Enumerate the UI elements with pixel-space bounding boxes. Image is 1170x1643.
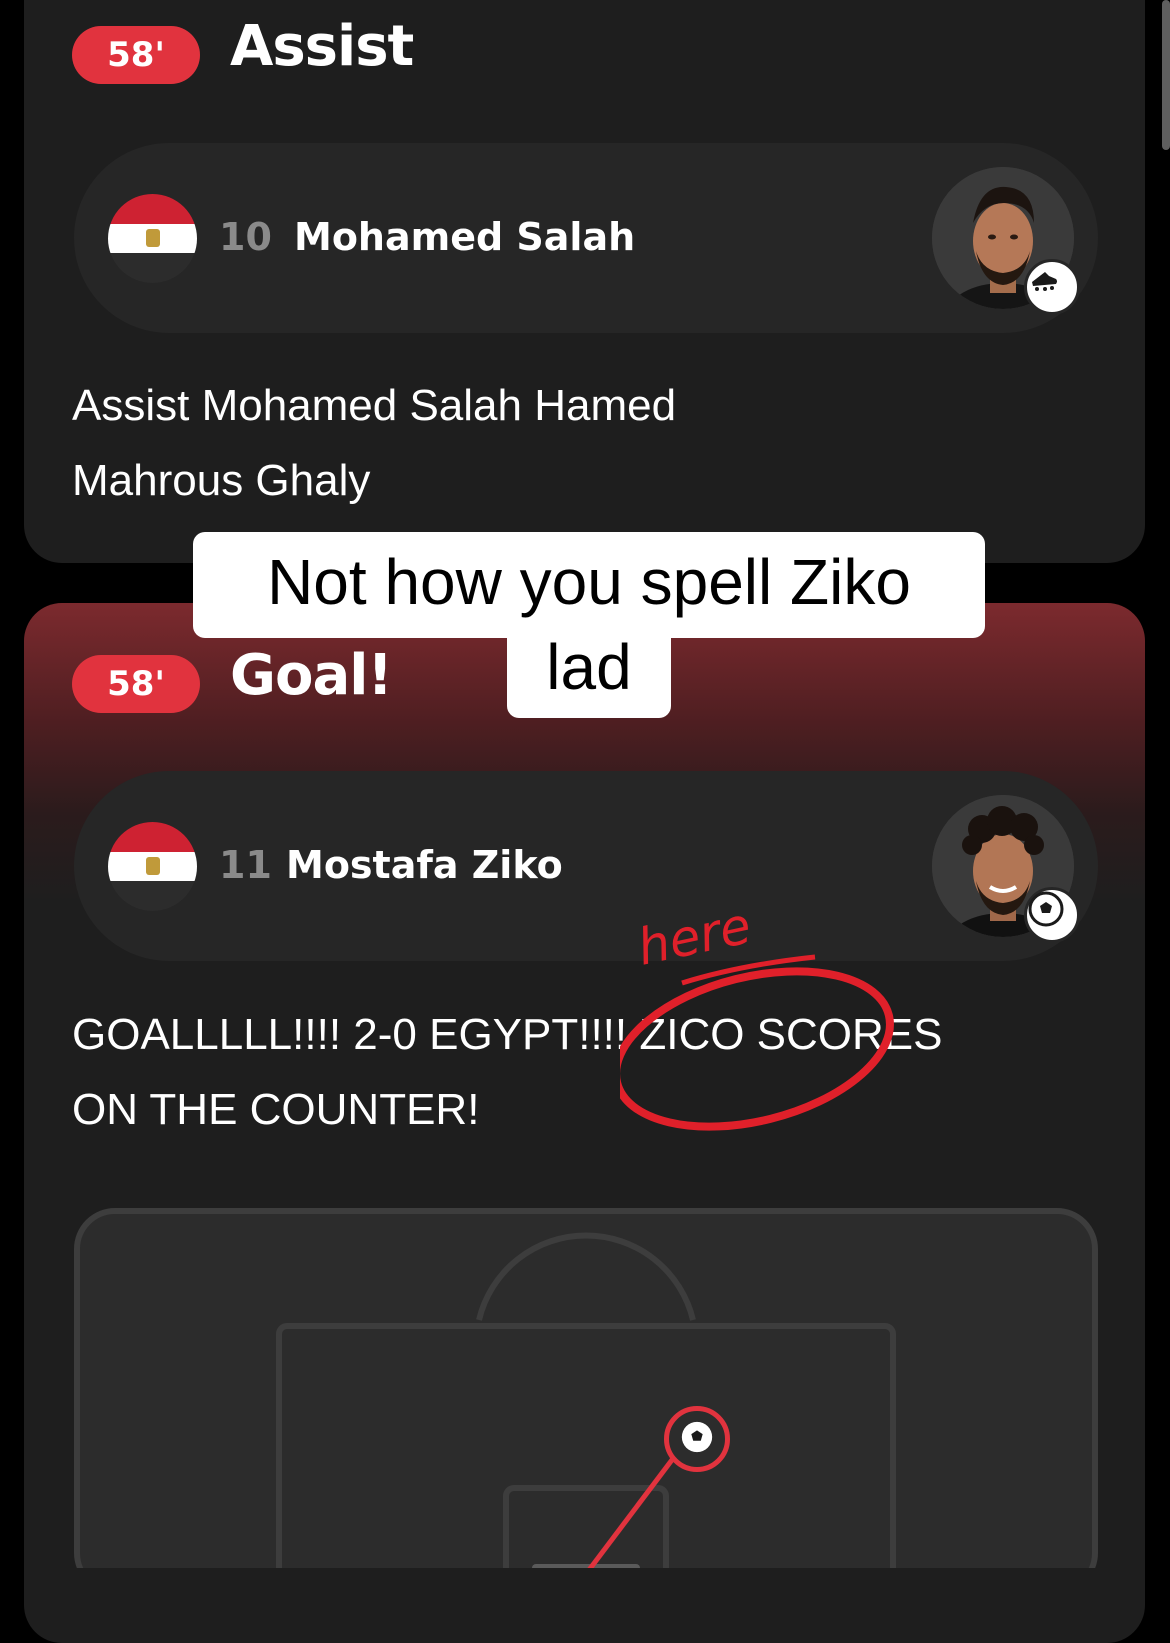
caption-overlay-line2: lad [507, 632, 671, 718]
description-line: Mahrous Ghaly [72, 456, 371, 505]
description-line: ON THE COUNTER! [72, 1085, 480, 1134]
player-pill[interactable]: 11 Mostafa Ziko [74, 771, 1098, 961]
player-name: Mostafa Ziko [286, 843, 563, 887]
shirt-number: 10 [219, 215, 272, 259]
assist-event-card[interactable]: 58' Assist 10 Mohamed Salah Assist Moham… [24, 0, 1145, 563]
caption-overlay: Not how you spell Ziko [193, 532, 985, 638]
event-title: Goal! [230, 643, 393, 708]
shirt-number: 11 [219, 843, 272, 887]
description-line: GOALLLLL!!!! 2-0 EGYPT!!!! ZICO SCORES [72, 1010, 943, 1059]
football-icon [679, 1419, 715, 1460]
player-avatar[interactable] [932, 167, 1080, 315]
handwritten-note: here [632, 896, 755, 976]
description-line: Assist Mohamed Salah Hamed [72, 381, 677, 430]
event-description: Assist Mohamed Salah Hamed Mahrous Ghaly [72, 368, 1072, 518]
football-icon [1024, 887, 1080, 943]
boot-icon [1024, 259, 1080, 315]
shot-marker[interactable] [664, 1406, 730, 1472]
scrollbar[interactable] [1162, 0, 1170, 150]
player-pill[interactable]: 10 Mohamed Salah [74, 143, 1098, 333]
minute-badge: 58' [72, 26, 200, 84]
player-name: Mohamed Salah [294, 215, 636, 259]
player-avatar[interactable] [932, 795, 1080, 943]
event-title: Assist [230, 14, 414, 79]
egypt-flag-icon [108, 822, 197, 911]
minute-badge: 58' [72, 655, 200, 713]
egypt-flag-icon [108, 194, 197, 283]
event-description: GOALLLLL!!!! 2-0 EGYPT!!!! ZICO SCORES O… [72, 997, 1072, 1147]
handwritten-annotation: here [612, 895, 920, 1135]
shot-map [74, 1208, 1098, 1609]
